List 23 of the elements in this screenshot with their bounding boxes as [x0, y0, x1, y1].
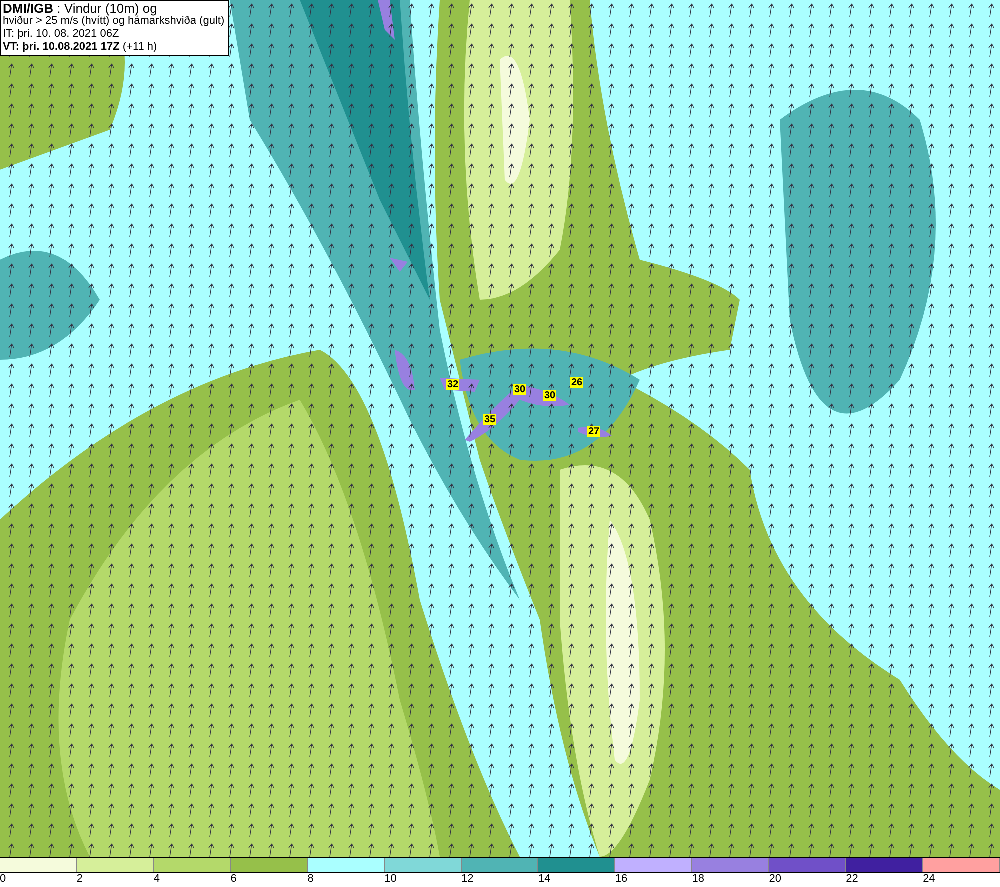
gust-label: 30: [513, 384, 527, 396]
legend-tick-label: 0: [0, 873, 6, 887]
gust-label: 30: [543, 390, 557, 402]
caption-line: IT: þri. 10. 08. 2021 06Z: [3, 28, 120, 41]
legend-tick-label: 12: [462, 873, 474, 887]
legend-tick-label: 22: [846, 873, 858, 887]
gust-label: 26: [570, 378, 584, 388]
legend-tick-label: 24: [923, 873, 936, 887]
legend-tick-label: 8: [308, 873, 314, 887]
legend-tick-label: 18: [692, 873, 705, 887]
gust-label: 32: [446, 380, 460, 390]
legend-tick-label: 2: [76, 873, 84, 887]
caption-line: VT: þri. 10.08.2021 17Z (+11 h): [3, 41, 158, 54]
caption-line: DMI/IGB : Vindur (10m) og: [3, 2, 158, 15]
legend-tick-label: 4: [154, 873, 160, 887]
caption-line: hviður > 25 m/s (hvítt) og hámarkshviða (gult): [3, 15, 226, 28]
legend-tick-label: 14: [538, 873, 551, 887]
gust-label: 35: [483, 414, 497, 426]
legend-tick-label: 20: [769, 873, 782, 887]
legend-tick-label: 16: [615, 873, 628, 887]
legend-tick-label: 6: [230, 873, 237, 887]
legend-tick-label: 10: [384, 873, 397, 887]
gust-label: 27: [587, 426, 601, 438]
